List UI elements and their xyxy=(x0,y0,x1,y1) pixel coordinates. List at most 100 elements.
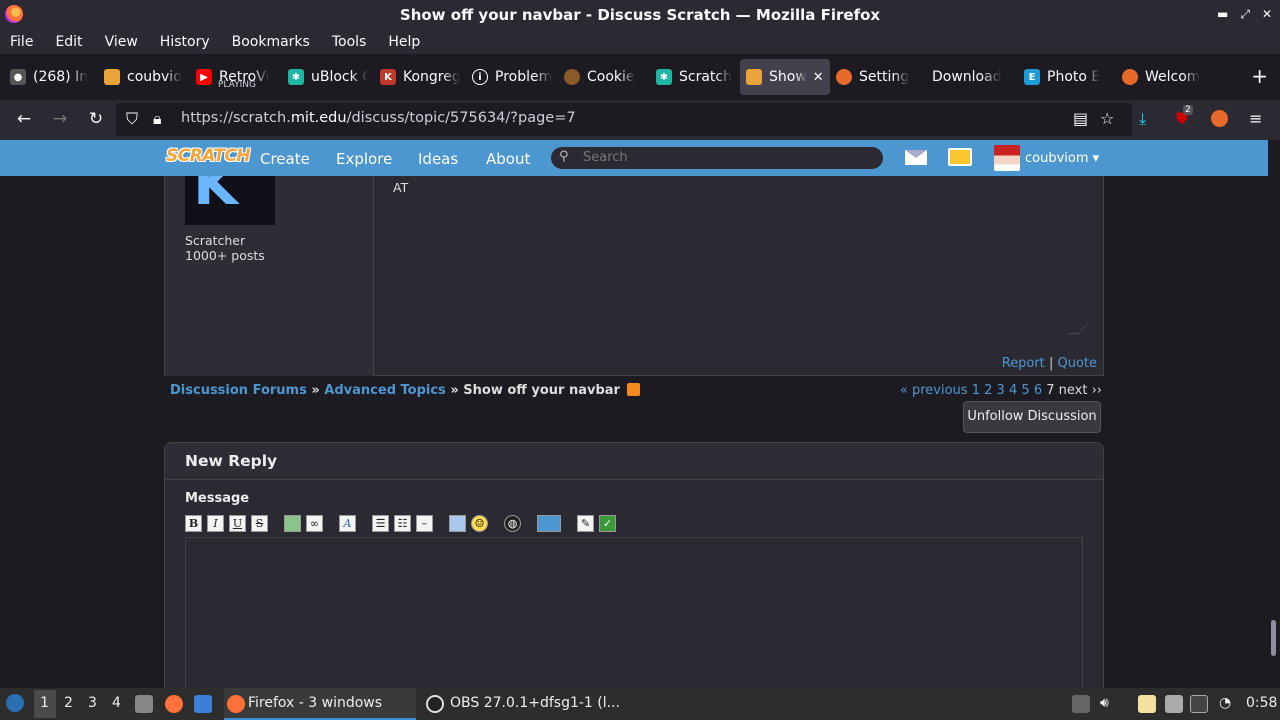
clean-icon[interactable]: ✎ xyxy=(577,515,594,532)
workspace-4[interactable]: 4 xyxy=(112,695,121,711)
obs-icon xyxy=(426,695,444,713)
nav-create[interactable]: Create xyxy=(260,150,310,168)
tab-bar: ● (268) In coubvio ▶ RetroVi PLAYING ✱ uBloc… xyxy=(0,54,1280,100)
image-icon[interactable] xyxy=(284,515,301,532)
breadcrumb-category[interactable]: Advanced Topics xyxy=(324,383,446,398)
desktop-icon[interactable] xyxy=(194,695,212,713)
pagination-previous[interactable]: « previous xyxy=(900,383,968,398)
url-text[interactable]: https://scratch.mit.edu/discuss/topic/57… xyxy=(181,110,576,126)
page-link-1[interactable]: 1 xyxy=(972,383,980,398)
tray-network-icon[interactable]: ◔ xyxy=(1219,695,1231,711)
close-tab-icon[interactable]: ✕ xyxy=(813,70,824,85)
tray-clipboard-icon[interactable] xyxy=(1072,695,1090,713)
hamburger-menu-icon[interactable]: ≡ xyxy=(1249,109,1262,128)
tab-welcome[interactable]: Welcom xyxy=(1116,59,1208,95)
tab-problem[interactable]: i Problem xyxy=(466,59,558,95)
menu-bookmarks[interactable]: Bookmarks xyxy=(232,34,310,50)
scroll-thumb[interactable] xyxy=(1271,620,1276,656)
menu-history[interactable]: History xyxy=(160,34,210,50)
menu-help[interactable]: Help xyxy=(388,34,420,50)
tab-settings[interactable]: Setting xyxy=(830,59,926,95)
smiley-icon[interactable]: ☺ xyxy=(471,515,488,532)
avatar[interactable] xyxy=(994,145,1020,171)
italic-icon[interactable]: I xyxy=(207,515,224,532)
menu-edit[interactable]: Edit xyxy=(55,34,82,50)
rss-icon[interactable] xyxy=(627,383,641,396)
nav-ideas[interactable]: Ideas xyxy=(418,150,458,168)
volume-icon[interactable]: 🔊︎ xyxy=(1100,695,1109,711)
page-link-4[interactable]: 4 xyxy=(1009,383,1017,398)
message-textarea[interactable] xyxy=(185,537,1083,688)
start-menu-icon[interactable] xyxy=(6,694,24,712)
bookmark-star-icon[interactable]: ☆ xyxy=(1100,109,1114,128)
tab-retrovi[interactable]: ▶ RetroVi PLAYING xyxy=(190,59,282,95)
tab-coubvio[interactable]: coubvio xyxy=(98,59,190,95)
workspace-3[interactable]: 3 xyxy=(88,695,97,711)
messages-icon[interactable] xyxy=(905,150,927,165)
page-link-2[interactable]: 2 xyxy=(984,383,992,398)
pagination-next[interactable]: next ›› xyxy=(1059,383,1102,398)
tracking-shield-icon[interactable]: ⛉ xyxy=(126,109,138,129)
quote-icon[interactable] xyxy=(449,515,466,532)
tab-photo[interactable]: E Photo E xyxy=(1018,59,1116,95)
menu-view[interactable]: View xyxy=(105,34,138,50)
page-link-3[interactable]: 3 xyxy=(997,383,1005,398)
tab-show-active[interactable]: Show ✕ xyxy=(740,59,830,95)
downloads-icon[interactable]: ⤓ xyxy=(1139,109,1146,129)
page-link-5[interactable]: 5 xyxy=(1021,383,1029,398)
scratch-search-input[interactable]: ⚲ Search xyxy=(551,147,883,169)
strikethrough-icon[interactable]: S xyxy=(251,515,268,532)
tab-cookie[interactable]: Cookie xyxy=(558,59,650,95)
username-dropdown[interactable]: coubviom ▾ xyxy=(1025,151,1099,166)
restore-icon[interactable]: ⤢ xyxy=(1240,7,1250,22)
tab-ublock[interactable]: ✱ uBlock C xyxy=(282,59,374,95)
tab-scratch[interactable]: ✱ Scratch xyxy=(650,59,740,95)
breadcrumb-forums[interactable]: Discussion Forums xyxy=(170,383,307,398)
globe-icon[interactable]: ◍ xyxy=(504,515,521,532)
workspace-1[interactable]: 1 xyxy=(40,695,49,711)
my-stuff-icon[interactable] xyxy=(948,148,972,166)
extension-icon[interactable] xyxy=(1211,110,1228,127)
workspace-2[interactable]: 2 xyxy=(64,695,73,711)
minimize-icon[interactable]: ▬ xyxy=(1217,7,1228,22)
page-link-6[interactable]: 6 xyxy=(1034,383,1042,398)
forward-icon[interactable]: → xyxy=(49,109,71,129)
reader-view-icon[interactable]: ▤ xyxy=(1073,109,1088,128)
firefox-launcher-icon[interactable] xyxy=(165,695,183,713)
menu-file[interactable]: File xyxy=(10,34,33,50)
tab-kongregate[interactable]: K Kongreg xyxy=(374,59,466,95)
menu-tools[interactable]: Tools xyxy=(332,34,367,50)
quote-link[interactable]: Quote xyxy=(1057,356,1097,371)
settings-site-icon xyxy=(836,69,852,85)
back-icon[interactable]: ← xyxy=(13,109,35,129)
underline-icon[interactable]: U xyxy=(229,515,246,532)
bullet-list-icon[interactable]: ☰ xyxy=(372,515,389,532)
reload-icon[interactable]: ↻ xyxy=(85,109,107,129)
tab-inbox[interactable]: ● (268) In xyxy=(4,59,98,95)
font-color-icon[interactable]: A xyxy=(339,515,356,532)
close-window-icon[interactable]: ✕ xyxy=(1262,7,1272,22)
new-tab-icon[interactable]: + xyxy=(1251,64,1268,88)
numbered-list-icon[interactable]: ☷ xyxy=(394,515,411,532)
scratch-logo[interactable]: SCRATCH xyxy=(166,146,251,166)
tray-update-icon[interactable] xyxy=(1190,695,1208,713)
link-icon[interactable]: ∞ xyxy=(306,515,323,532)
page-scrollbar[interactable] xyxy=(1268,140,1280,688)
taskbar-obs-label[interactable]: OBS 27.0.1+dfsg1-1 (l... xyxy=(450,695,620,711)
preview-check-icon[interactable]: ✓ xyxy=(599,515,616,532)
nav-about[interactable]: About xyxy=(486,150,530,168)
report-link[interactable]: Report xyxy=(1002,356,1045,371)
unfollow-discussion-button[interactable]: Unfollow Discussion xyxy=(963,401,1101,433)
list-item-icon[interactable]: – xyxy=(416,515,433,532)
taskbar-firefox-label[interactable]: Firefox - 3 windows xyxy=(248,695,382,711)
post-author-avatar[interactable]: K xyxy=(185,176,275,225)
scratchblocks-icon[interactable] xyxy=(537,515,561,532)
nav-explore[interactable]: Explore xyxy=(336,150,392,168)
tray-notes-icon[interactable] xyxy=(1138,695,1156,713)
tab-download[interactable]: Download xyxy=(926,59,1018,95)
file-manager-icon[interactable] xyxy=(135,695,153,713)
lock-icon[interactable]: 🔒︎ xyxy=(153,109,162,129)
pagination: « previous 1 2 3 4 5 6 7 next ›› xyxy=(900,383,1102,398)
bold-icon[interactable]: B xyxy=(185,515,202,532)
tray-display-icon[interactable] xyxy=(1165,695,1183,713)
